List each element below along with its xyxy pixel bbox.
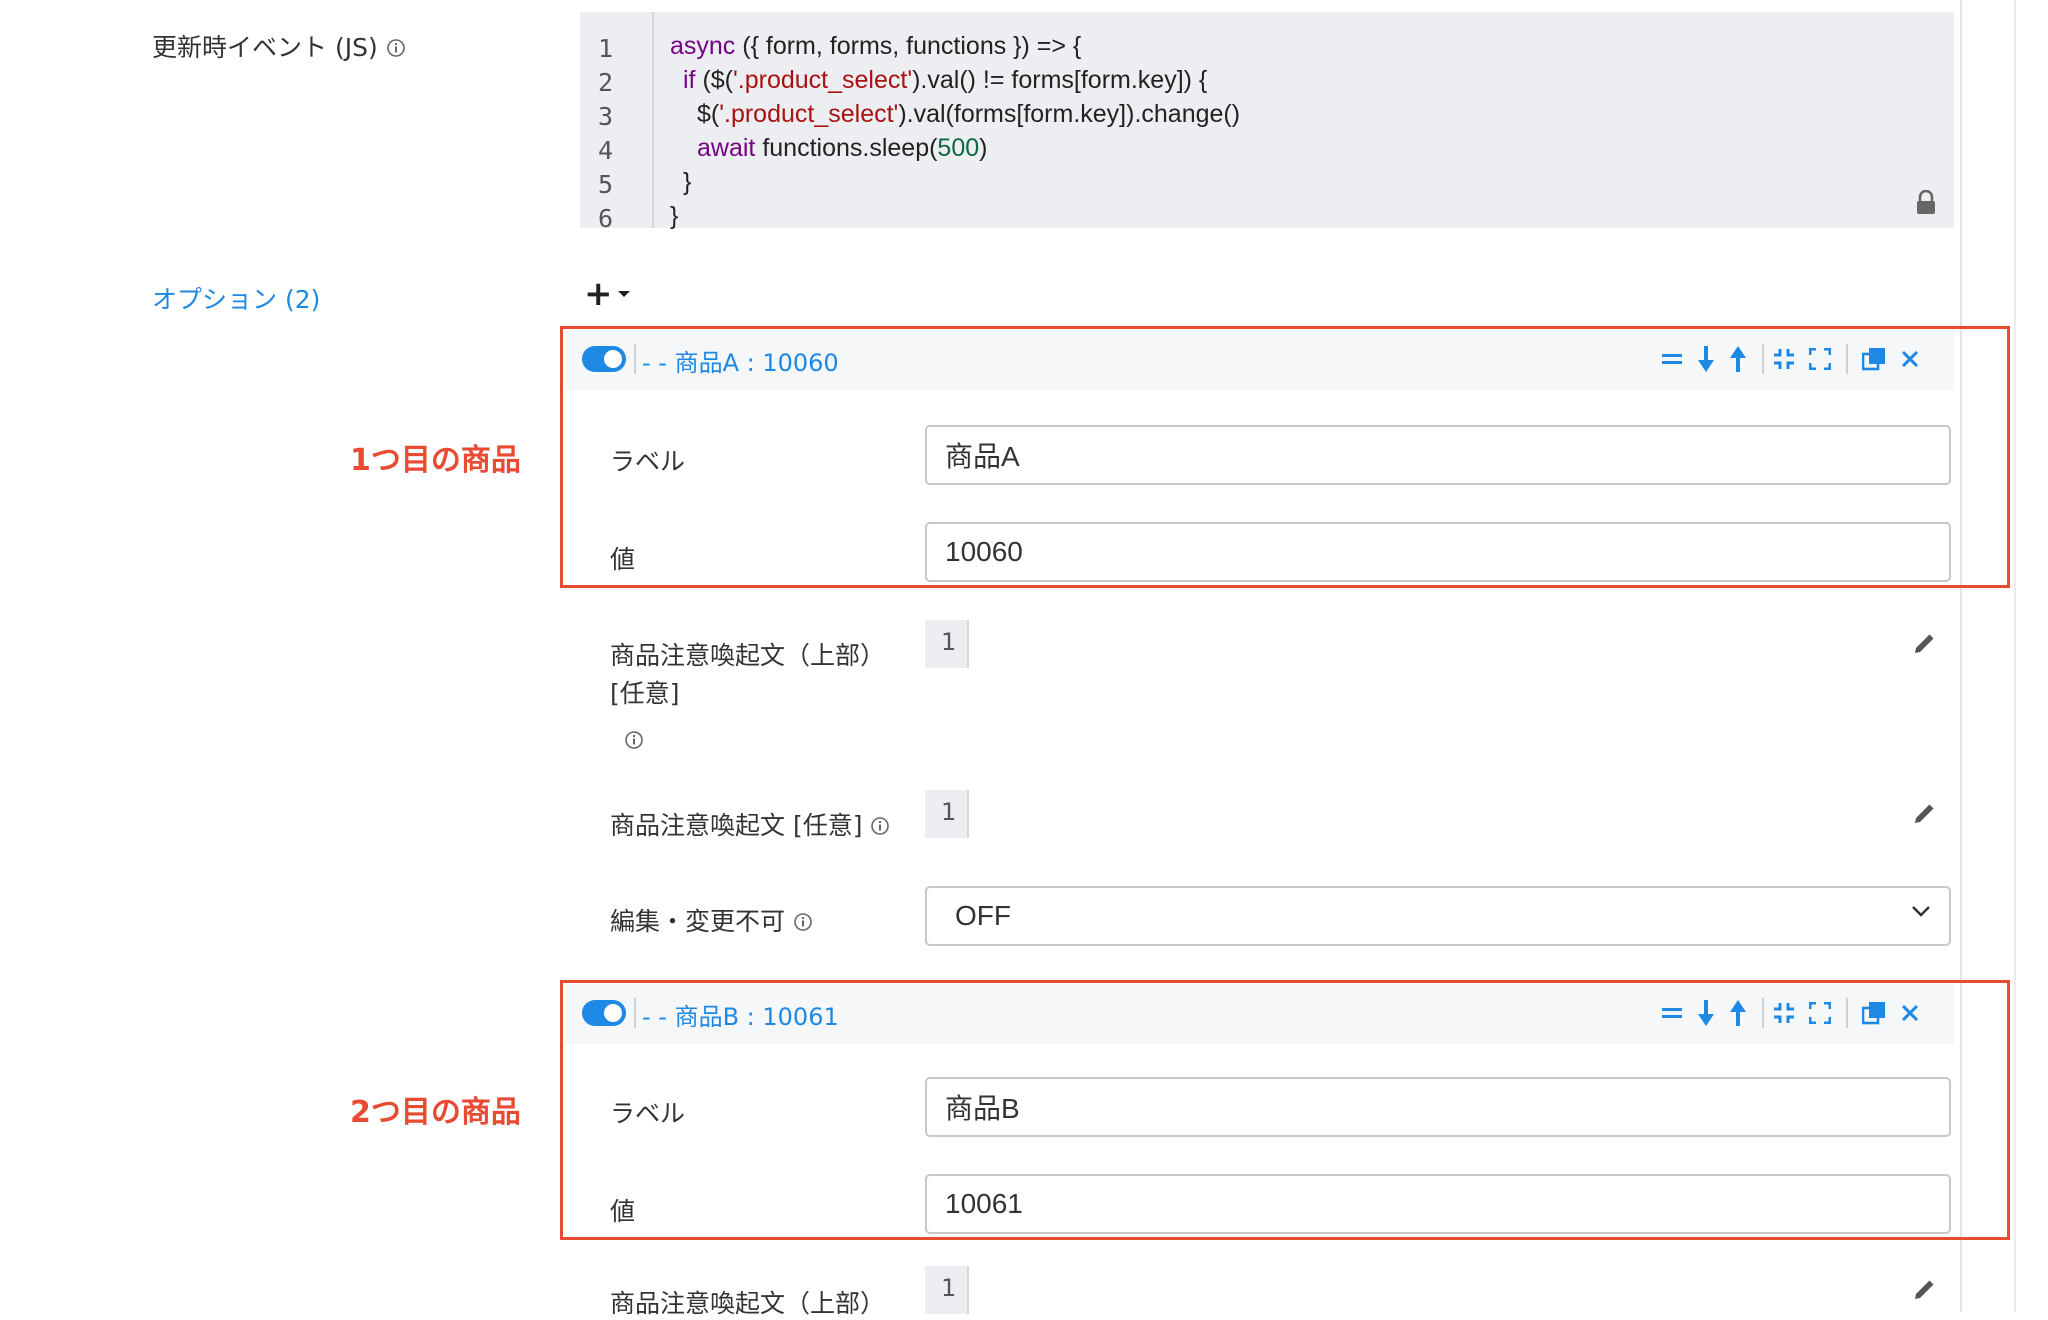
line-number: 6 — [598, 204, 614, 233]
value-input[interactable]: 10060 — [925, 522, 1951, 582]
option-item-title[interactable]: - - 商品B : 10061 — [642, 997, 839, 1032]
code-line: } — [670, 202, 679, 230]
js-event-label: 更新時イベント (JS) — [152, 33, 378, 62]
value-input[interactable]: 10061 — [925, 1174, 1951, 1234]
divider — [1846, 998, 1848, 1028]
annotation-first-product: 1つ目の商品 — [350, 443, 521, 478]
move-up-icon[interactable] — [1722, 340, 1754, 378]
code-line: if ($('.product_select').val() != forms[… — [683, 66, 1208, 94]
line-number: 1 — [941, 1274, 957, 1302]
notice-editor[interactable]: 1 — [925, 790, 969, 838]
caret-down-icon — [617, 291, 630, 297]
divider — [1762, 344, 1764, 374]
info-icon[interactable] — [624, 730, 644, 754]
move-down-icon[interactable] — [1690, 994, 1722, 1032]
lock-select[interactable]: OFF — [925, 886, 1951, 946]
pencil-icon[interactable] — [1912, 802, 1936, 830]
code-line: async ({ form, forms, functions }) => { — [670, 32, 1082, 60]
drag-handle-icon[interactable] — [1656, 994, 1688, 1032]
value-caption: 値 — [610, 1197, 636, 1226]
notice-top-editor[interactable]: 1 — [925, 1266, 969, 1314]
options-title[interactable]: オプション (2) — [152, 280, 320, 316]
code-line: } — [683, 168, 692, 196]
divider — [634, 344, 636, 374]
line-number-gutter: 1 2 3 4 5 6 — [580, 12, 654, 233]
line-number: 1 — [941, 798, 957, 826]
notice-caption-row: 商品注意喚起文 [任意] — [610, 806, 890, 842]
lock-select-value: OFF — [955, 900, 1011, 931]
collapse-icon[interactable] — [1768, 994, 1800, 1032]
expand-icon[interactable] — [1804, 340, 1836, 378]
info-icon[interactable] — [870, 813, 890, 842]
lock-caption: 編集・変更不可 — [610, 907, 786, 936]
js-code-editor[interactable]: 1 2 3 4 5 6 async ({ form, forms, functi… — [580, 12, 1954, 233]
collapse-icon[interactable] — [1768, 340, 1800, 378]
lock-icon[interactable] — [1915, 189, 1937, 220]
option-item-header: - - 商品A : 10060 — [566, 330, 1954, 390]
info-icon[interactable] — [793, 909, 813, 938]
label-input[interactable]: 商品B — [925, 1077, 1951, 1137]
line-number: 1 — [598, 34, 614, 63]
line-number: 2 — [598, 68, 614, 97]
close-icon[interactable] — [1894, 340, 1926, 378]
notice-top-caption: 商品注意喚起文（上部） — [610, 1289, 886, 1318]
lock-caption-row: 編集・変更不可 — [610, 902, 813, 938]
js-event-label-row: 更新時イベント (JS) — [152, 28, 406, 64]
option-item-header: - - 商品B : 10061 — [566, 984, 1954, 1044]
code-line: $('.product_select').val(forms[form.key]… — [697, 100, 1241, 128]
pencil-icon[interactable] — [1912, 632, 1936, 660]
line-number: 4 — [598, 136, 614, 165]
enable-toggle[interactable] — [582, 1000, 626, 1026]
move-down-icon[interactable] — [1690, 340, 1722, 378]
label-input[interactable]: 商品A — [925, 425, 1951, 485]
line-number: 1 — [941, 628, 957, 656]
line-number: 3 — [598, 102, 614, 131]
notice-top-optional: [任意] — [610, 679, 680, 708]
divider — [1846, 344, 1848, 374]
expand-icon[interactable] — [1804, 994, 1836, 1032]
add-option-button[interactable]: + — [584, 274, 631, 314]
code-line: await functions.sleep(500) — [697, 134, 988, 162]
notice-top-caption: 商品注意喚起文（上部） — [610, 641, 886, 670]
close-icon[interactable] — [1894, 994, 1926, 1032]
line-number: 5 — [598, 170, 614, 199]
label-caption: ラベル — [610, 447, 686, 476]
drag-handle-icon[interactable] — [1656, 340, 1688, 378]
panel-divider-outer — [2014, 0, 2016, 1312]
divider — [634, 998, 636, 1028]
move-up-icon[interactable] — [1722, 994, 1754, 1032]
duplicate-icon[interactable] — [1858, 340, 1890, 378]
divider — [1762, 998, 1764, 1028]
notice-caption: 商品注意喚起文 [任意] — [610, 811, 863, 840]
annotation-second-product: 2つ目の商品 — [350, 1095, 521, 1130]
duplicate-icon[interactable] — [1858, 994, 1890, 1032]
plus-icon: + — [584, 274, 613, 314]
label-caption: ラベル — [610, 1099, 686, 1128]
chevron-down-icon — [1912, 906, 1930, 917]
value-caption: 値 — [610, 545, 636, 574]
info-icon[interactable] — [386, 35, 406, 64]
enable-toggle[interactable] — [582, 346, 626, 372]
pencil-icon[interactable] — [1912, 1278, 1936, 1306]
notice-top-editor[interactable]: 1 — [925, 620, 969, 668]
option-item-title[interactable]: - - 商品A : 10060 — [642, 343, 839, 378]
